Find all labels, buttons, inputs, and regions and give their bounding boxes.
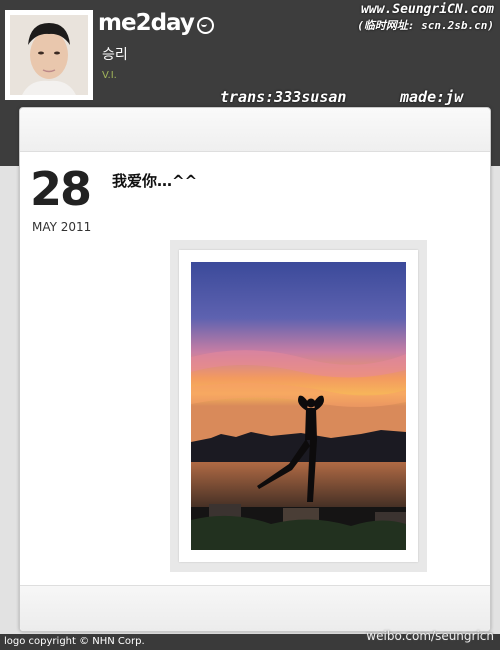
profile-role: V.I. [102, 70, 117, 81]
translation-credit: trans:333susan [220, 88, 347, 106]
avatar-portrait-image [10, 15, 88, 95]
me2day-logo[interactable]: me2day [98, 10, 214, 36]
brand-name: me2day [98, 10, 195, 36]
post-date-month: MAY 2011 [32, 220, 92, 234]
logo-copyright-text: logo copyright © NHN Corp. [4, 636, 145, 647]
profile-avatar[interactable] [5, 10, 93, 100]
post-card: 28 MAY 2011 我爱你…^^ [19, 107, 491, 632]
post-card-footer [20, 585, 490, 631]
site-url-alt-watermark: (临时网址: scn.2sb.cn) [357, 19, 494, 32]
profile-name[interactable]: 승리 [102, 44, 128, 64]
post-photo[interactable] [179, 250, 418, 562]
made-credit: made:jw [400, 88, 464, 106]
speech-bubble-icon [196, 16, 214, 34]
weibo-watermark: weibo.com/seungricn [366, 629, 494, 643]
sunset-photo-image [191, 262, 406, 550]
post-date-day: 28 [30, 162, 92, 216]
site-url-watermark: www.SeungriCN.com [360, 2, 494, 17]
post-photo-frame[interactable] [170, 240, 427, 572]
post-body-text: 我爱你…^^ [112, 172, 198, 190]
post-card-header [20, 108, 490, 152]
